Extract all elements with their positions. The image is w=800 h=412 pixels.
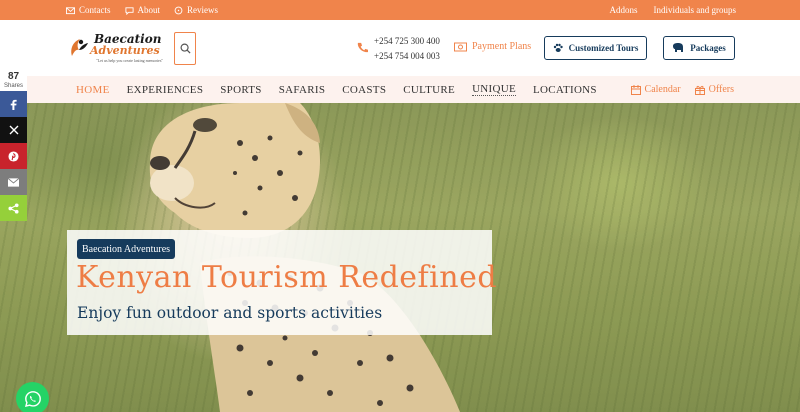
comment-icon	[174, 6, 183, 14]
nav-item-safaris[interactable]: SAFARIS	[279, 84, 326, 96]
search-icon	[180, 43, 191, 54]
calendar-link[interactable]: Calendar	[630, 84, 681, 95]
phone-numbers: +254 725 300 400 +254 754 004 003	[374, 34, 440, 64]
top-bar-right: Addons Individuals and groups	[609, 0, 736, 20]
gift-icon	[694, 85, 705, 95]
offers-link[interactable]: Offers	[694, 84, 734, 95]
nav-item-experiences[interactable]: EXPERIENCES	[127, 84, 204, 96]
nav-extras: Calendar Offers	[630, 76, 734, 103]
nav-items: HOME EXPERIENCES SPORTS SAFARIS COASTS C…	[76, 76, 597, 103]
addons-link[interactable]: Addons	[609, 5, 637, 15]
phone-number-1[interactable]: +254 725 300 400	[374, 34, 440, 49]
nav-item-culture[interactable]: CULTURE	[403, 84, 455, 96]
whatsapp-icon	[24, 390, 41, 407]
pinterest-icon	[8, 150, 19, 162]
site-header: Baecation Adventures "Let us help you cr…	[0, 20, 800, 76]
sharethis-icon	[8, 202, 19, 214]
nav-item-locations[interactable]: LOCATIONS	[533, 84, 597, 96]
nav-item-unique[interactable]: UNIQUE	[472, 83, 517, 96]
facebook-icon	[10, 99, 17, 110]
share-count: 87 Shares	[0, 71, 27, 91]
chat-icon	[124, 6, 134, 15]
about-link[interactable]: About	[124, 5, 161, 15]
phone-icon	[357, 42, 368, 53]
email-icon	[8, 177, 19, 187]
contacts-link[interactable]: Contacts	[66, 5, 111, 15]
top-bar-links: Contacts About Reviews	[66, 0, 218, 20]
hero-subheadline: Enjoy fun outdoor and sports activities	[77, 304, 383, 322]
main-nav: HOME EXPERIENCES SPORTS SAFARIS COASTS C…	[0, 76, 800, 103]
phone-number-2[interactable]: +254 754 004 003	[374, 49, 440, 64]
elephant-icon	[673, 43, 684, 52]
logo-mark-icon	[71, 39, 88, 56]
payment-plans-link[interactable]: Payment Plans	[454, 41, 531, 52]
individuals-groups-link[interactable]: Individuals and groups	[654, 5, 737, 15]
hero-headline: Kenyan Tourism Redefined	[76, 260, 498, 295]
calendar-icon	[630, 84, 641, 95]
contacts-label: Contacts	[79, 5, 111, 15]
customized-tours-label: Customized Tours	[568, 43, 639, 53]
envelope-icon	[66, 6, 75, 14]
payment-plans-label: Payment Plans	[472, 41, 532, 52]
offers-label: Offers	[708, 84, 734, 95]
top-bar: Contacts About Reviews Addons Individual…	[0, 0, 800, 20]
reviews-link[interactable]: Reviews	[174, 5, 218, 15]
nav-item-home[interactable]: HOME	[76, 84, 110, 96]
calendar-label: Calendar	[644, 84, 681, 95]
share-x-button[interactable]	[0, 117, 27, 143]
x-icon	[9, 125, 18, 135]
about-label: About	[137, 5, 161, 15]
logo-line-2: Adventures	[90, 44, 160, 57]
packages-button[interactable]: Packages	[663, 36, 735, 60]
packages-label: Packages	[690, 43, 726, 53]
site-logo[interactable]: Baecation Adventures "Let us help you cr…	[68, 32, 164, 66]
hero-badge: Baecation Adventures	[77, 239, 176, 259]
share-count-number: 87	[7, 71, 20, 82]
paw-icon	[553, 43, 563, 52]
nav-item-coasts[interactable]: COASTS	[342, 84, 386, 96]
share-pinterest-button[interactable]	[0, 143, 27, 169]
share-sidebar: 87 Shares	[0, 71, 27, 221]
search-button[interactable]	[174, 32, 196, 65]
share-sharethis-button[interactable]	[0, 195, 27, 221]
customized-tours-button[interactable]: Customized Tours	[544, 36, 647, 60]
hero-text-panel: Baecation Adventures Kenyan Tourism Rede…	[67, 230, 497, 335]
share-facebook-button[interactable]	[0, 91, 27, 117]
money-icon	[454, 42, 467, 51]
share-count-label: Shares	[3, 83, 23, 89]
logo-tagline: "Let us help you create lasting memories…	[96, 58, 164, 63]
reviews-label: Reviews	[187, 5, 218, 15]
share-email-button[interactable]	[0, 169, 27, 195]
nav-item-sports[interactable]: SPORTS	[220, 84, 262, 96]
whatsapp-button[interactable]	[16, 382, 49, 412]
